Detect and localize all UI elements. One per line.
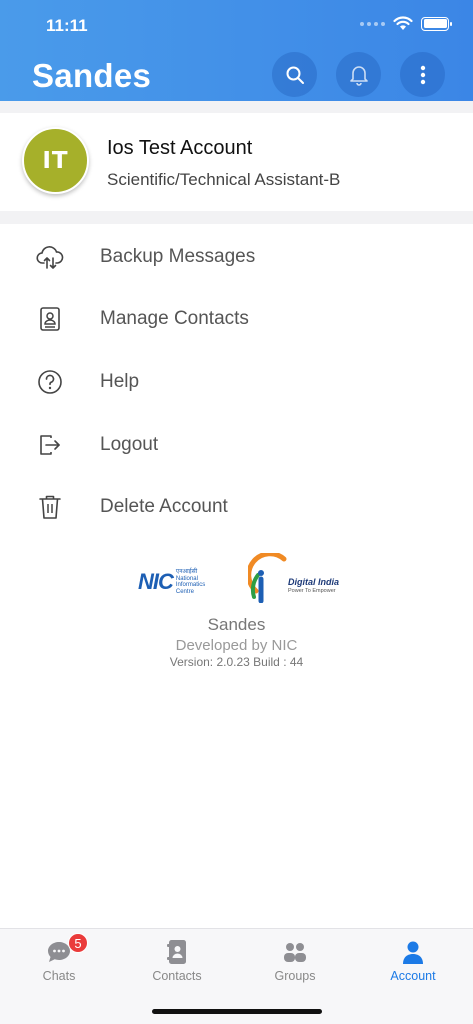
- menu-item-label: Logout: [100, 434, 159, 455]
- section-divider: [0, 101, 473, 113]
- status-time: 11:11: [46, 16, 88, 35]
- menu-item-help[interactable]: Help: [0, 354, 473, 410]
- tab-label: Chats: [42, 969, 76, 983]
- unread-badge: 5: [68, 933, 88, 953]
- groups-icon: [284, 943, 306, 962]
- more-vertical-icon: [420, 65, 425, 84]
- partner-logos: NIC एनआईसी National Informatics Centre D…: [138, 551, 339, 608]
- tab-account[interactable]: Account: [354, 929, 472, 999]
- tab-chats[interactable]: 5 Chats: [0, 929, 118, 999]
- tab-contacts[interactable]: Contacts: [118, 929, 236, 999]
- digital-india-logo: Digital India Power To Empower: [246, 551, 339, 608]
- footer-app-name: Sandes: [207, 615, 266, 634]
- tab-label: Contacts: [152, 969, 202, 983]
- menu-item-backup-messages[interactable]: Backup Messages: [0, 229, 473, 285]
- wifi-icon: [393, 16, 413, 30]
- menu-item-label: Backup Messages: [100, 246, 256, 267]
- tab-label: Account: [390, 969, 436, 983]
- logout-icon: [36, 431, 64, 459]
- menu-item-label: Manage Contacts: [100, 308, 249, 329]
- tab-groups[interactable]: Groups: [236, 929, 354, 999]
- profile-role: Scientific/Technical Assistant-B: [107, 170, 341, 189]
- contacts-icon: [167, 940, 186, 964]
- search-button[interactable]: [272, 52, 317, 97]
- app-title: Sandes: [32, 57, 152, 94]
- app-header: 11:11 Sandes: [0, 0, 473, 101]
- footer-version: Version: 2.0.23 Build : 44: [169, 655, 304, 669]
- menu-item-label: Delete Account: [100, 496, 228, 517]
- cloud-sync-icon: [36, 243, 64, 271]
- help-circle-icon: [36, 368, 64, 396]
- tab-label: Groups: [274, 969, 316, 983]
- more-options-button[interactable]: [400, 52, 445, 97]
- search-icon: [286, 66, 304, 84]
- profile-name: Ios Test Account: [107, 137, 253, 159]
- account-screen: 11:11 Sandes IT Ios Test Account Scienti…: [0, 0, 473, 1024]
- menu-item-label: Help: [100, 371, 140, 392]
- menu-item-manage-contacts[interactable]: Manage Contacts: [0, 291, 473, 347]
- cellular-signal-icon: [360, 21, 385, 26]
- profile-card[interactable]: IT Ios Test Account Scientific/Technical…: [0, 113, 473, 211]
- nic-logo: NIC एनआईसी National Informatics Centre: [138, 569, 206, 595]
- contact-book-icon: [36, 305, 64, 333]
- notifications-button[interactable]: [336, 52, 381, 97]
- status-icons: [360, 16, 452, 31]
- trash-icon: [36, 493, 64, 521]
- avatar[interactable]: IT: [22, 127, 89, 194]
- footer-developer: Developed by NIC: [175, 637, 298, 654]
- section-divider: [0, 211, 473, 224]
- bell-icon: [349, 65, 368, 86]
- person-icon: [403, 941, 423, 964]
- home-indicator: [152, 1009, 322, 1014]
- battery-icon: [421, 16, 452, 31]
- menu-item-delete-account[interactable]: Delete Account: [0, 479, 473, 535]
- menu-item-logout[interactable]: Logout: [0, 417, 473, 473]
